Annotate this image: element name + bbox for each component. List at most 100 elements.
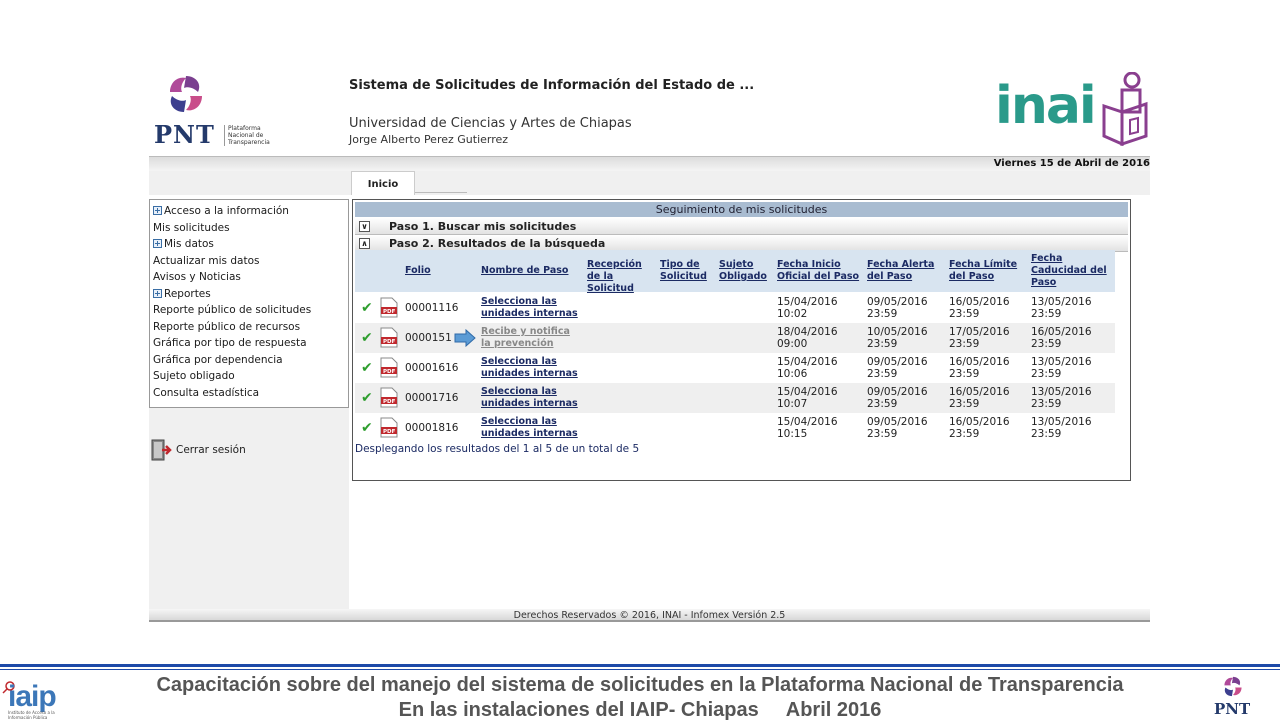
- sidebar-item-avisos-noticias[interactable]: Avisos y Noticias: [150, 269, 348, 286]
- paso-link[interactable]: Selecciona las unidades internas: [481, 356, 581, 380]
- paso-link[interactable]: Selecciona las unidades internas: [481, 386, 581, 410]
- svg-text:PDF: PDF: [383, 339, 396, 345]
- sidebar-item-label: Consulta estadística: [153, 386, 260, 399]
- col-folio[interactable]: Folio: [405, 265, 431, 277]
- slide-caption-line2: En las instalaciones del IAIP- Chiapas A…: [398, 699, 882, 720]
- col-fecha-caducidad[interactable]: Fecha Caducidad del Paso: [1031, 253, 1107, 289]
- fecha-inicio: 15/04/2016 10:02: [777, 296, 838, 320]
- check-icon: ✔: [361, 300, 373, 316]
- pdf-icon[interactable]: PDF: [380, 297, 398, 318]
- fecha-caducidad: 13/05/2016 23:59: [1031, 356, 1092, 380]
- footer-copyright: Derechos Reservados © 2016, INAI - Infom…: [149, 609, 1150, 622]
- sidebar-menu: Acceso a la información Mis solicitudes …: [149, 199, 349, 408]
- fecha-inicio: 18/04/2016 09:00: [777, 326, 838, 350]
- fecha-alerta: 09/05/2016 23:59: [867, 356, 928, 380]
- current-date: Viernes 15 de Abril de 2016: [993, 158, 1150, 169]
- chevron-up-icon: ∧: [359, 238, 370, 249]
- arrow-pointer-icon: [454, 329, 476, 347]
- panel-title: Seguimiento de mis solicitudes: [355, 202, 1128, 217]
- col-fecha-limite[interactable]: Fecha Límite del Paso: [949, 259, 1023, 283]
- col-nombre-paso[interactable]: Nombre de Paso: [481, 265, 568, 277]
- check-icon: ✔: [361, 390, 373, 406]
- sidebar-item-label: Avisos y Noticias: [153, 271, 241, 283]
- step2-label: Paso 2. Resultados de la búsqueda: [389, 237, 606, 250]
- paso-link[interactable]: Recibe y notifica la prevención: [481, 326, 581, 350]
- tab-divider: [415, 192, 467, 193]
- fecha-alerta: 09/05/2016 23:59: [867, 416, 928, 440]
- svg-text:PDF: PDF: [383, 429, 396, 435]
- svg-text:PDF: PDF: [383, 399, 396, 405]
- col-fecha-inicio[interactable]: Fecha Inicio Oficial del Paso: [777, 259, 863, 283]
- table-row[interactable]: ✔ PDF 00001116 Selecciona las unidades i…: [355, 293, 1115, 323]
- pdf-icon[interactable]: PDF: [380, 327, 398, 348]
- logout-label: Cerrar sesión: [176, 444, 246, 456]
- svg-text:PDF: PDF: [383, 309, 396, 315]
- sidebar-item-label: Acceso a la información: [164, 205, 289, 217]
- sidebar-item-label: Gráfica por tipo de respuesta: [153, 337, 307, 349]
- sidebar-item-label: Gráfica por dependencia: [153, 353, 283, 366]
- pdf-icon[interactable]: PDF: [380, 357, 398, 378]
- sidebar-item-reporte-recursos[interactable]: Reporte público de recursos: [150, 319, 348, 336]
- check-icon: ✔: [361, 420, 373, 436]
- expand-icon: [153, 206, 162, 215]
- folio-value: 00001716: [405, 392, 459, 404]
- fecha-alerta: 09/05/2016 23:59: [867, 386, 928, 410]
- results-summary: Desplegando los resultados del 1 al 5 de…: [355, 443, 640, 455]
- pnt-mark-icon: [170, 76, 202, 112]
- fecha-limite: 17/05/2016 23:59: [949, 326, 1010, 350]
- col-fecha-alerta[interactable]: Fecha Alerta del Paso: [867, 259, 941, 283]
- sidebar-item-label: Actualizar mis datos: [153, 254, 260, 267]
- paso-link[interactable]: Selecciona las unidades internas: [481, 416, 581, 440]
- sidebar-item-sujeto-obligado[interactable]: Sujeto obligado: [150, 368, 348, 385]
- sidebar-item-reporte-solicitudes[interactable]: Reporte público de solicitudes: [150, 302, 348, 319]
- header-bar: Viernes 15 de Abril de 2016: [149, 156, 1150, 171]
- sidebar-item-label: Reportes: [164, 287, 211, 300]
- fecha-limite: 16/05/2016 23:59: [949, 386, 1010, 410]
- fecha-alerta: 10/05/2016 23:59: [867, 326, 928, 350]
- sidebar-item-mis-solicitudes[interactable]: Mis solicitudes: [150, 220, 348, 237]
- expand-icon: [153, 239, 162, 248]
- pnt-mark-icon: [1224, 676, 1242, 697]
- check-icon: ✔: [361, 330, 373, 346]
- sidebar-item-label: Mis datos: [164, 238, 214, 250]
- slide-divider: [0, 669, 1280, 670]
- svg-text:PDF: PDF: [383, 369, 396, 375]
- logout-icon: [151, 439, 172, 461]
- table-row[interactable]: ✔ PDF 00001816 Selecciona las unidades i…: [355, 413, 1115, 443]
- sidebar-item-label: Mis solicitudes: [153, 221, 230, 234]
- folio-value: 00001616: [405, 362, 459, 374]
- slide-divider: [0, 664, 1280, 667]
- pdf-icon[interactable]: PDF: [380, 387, 398, 408]
- sidebar-item-acceso-informacion[interactable]: Acceso a la información: [150, 203, 348, 220]
- sidebar-item-actualizar-datos[interactable]: Actualizar mis datos: [150, 253, 348, 270]
- sidebar-item-mis-datos[interactable]: Mis datos: [150, 236, 348, 253]
- folio-value: 0000151: [405, 332, 452, 344]
- check-icon: ✔: [361, 360, 373, 376]
- table-row[interactable]: ✔ PDF 00001616 Selecciona las unidades i…: [355, 353, 1115, 383]
- tabs-row: Inicio: [149, 171, 1150, 195]
- sidebar-item-reportes[interactable]: Reportes: [150, 286, 348, 303]
- fecha-limite: 16/05/2016 23:59: [949, 416, 1010, 440]
- tab-inicio[interactable]: Inicio: [351, 171, 415, 195]
- col-recepcion[interactable]: Recepción de la Solicitud: [587, 259, 657, 295]
- col-tipo[interactable]: Tipo de Solicitud: [660, 259, 710, 283]
- pnt-small-text: PNT: [1214, 700, 1251, 718]
- logout-button[interactable]: Cerrar sesión: [150, 439, 246, 461]
- col-sujeto[interactable]: Sujeto Obligado: [719, 259, 769, 283]
- fecha-caducidad: 13/05/2016 23:59: [1031, 296, 1092, 320]
- sidebar-item-grafica-dependencia[interactable]: Gráfica por dependencia: [150, 352, 348, 369]
- fecha-inicio: 15/04/2016 10:06: [777, 356, 838, 380]
- system-title: Sistema de Solicitudes de Información de…: [349, 78, 755, 93]
- pdf-icon[interactable]: PDF: [380, 417, 398, 438]
- step1-header[interactable]: ∨ Paso 1. Buscar mis solicitudes: [355, 218, 1128, 235]
- pnt-logo-subtitle: Plataforma Nacional de Transparencia: [224, 125, 272, 146]
- main-panel: Seguimiento de mis solicitudes ∨ Paso 1.…: [352, 199, 1131, 481]
- table-row[interactable]: ✔ PDF 00001716 Selecciona las unidades i…: [355, 383, 1115, 413]
- folio-value: 00001116: [405, 302, 459, 314]
- sidebar-item-consulta-estadistica[interactable]: Consulta estadística: [150, 385, 348, 402]
- sidebar-item-grafica-respuesta[interactable]: Gráfica por tipo de respuesta: [150, 335, 348, 352]
- slide-caption-line1: Capacitación sobre del manejo del sistem…: [156, 674, 1124, 696]
- paso-link[interactable]: Selecciona las unidades internas: [481, 296, 581, 320]
- fecha-caducidad: 13/05/2016 23:59: [1031, 386, 1092, 410]
- table-row[interactable]: ✔ PDF 0000151 Recibe y notifica la preve…: [355, 323, 1115, 353]
